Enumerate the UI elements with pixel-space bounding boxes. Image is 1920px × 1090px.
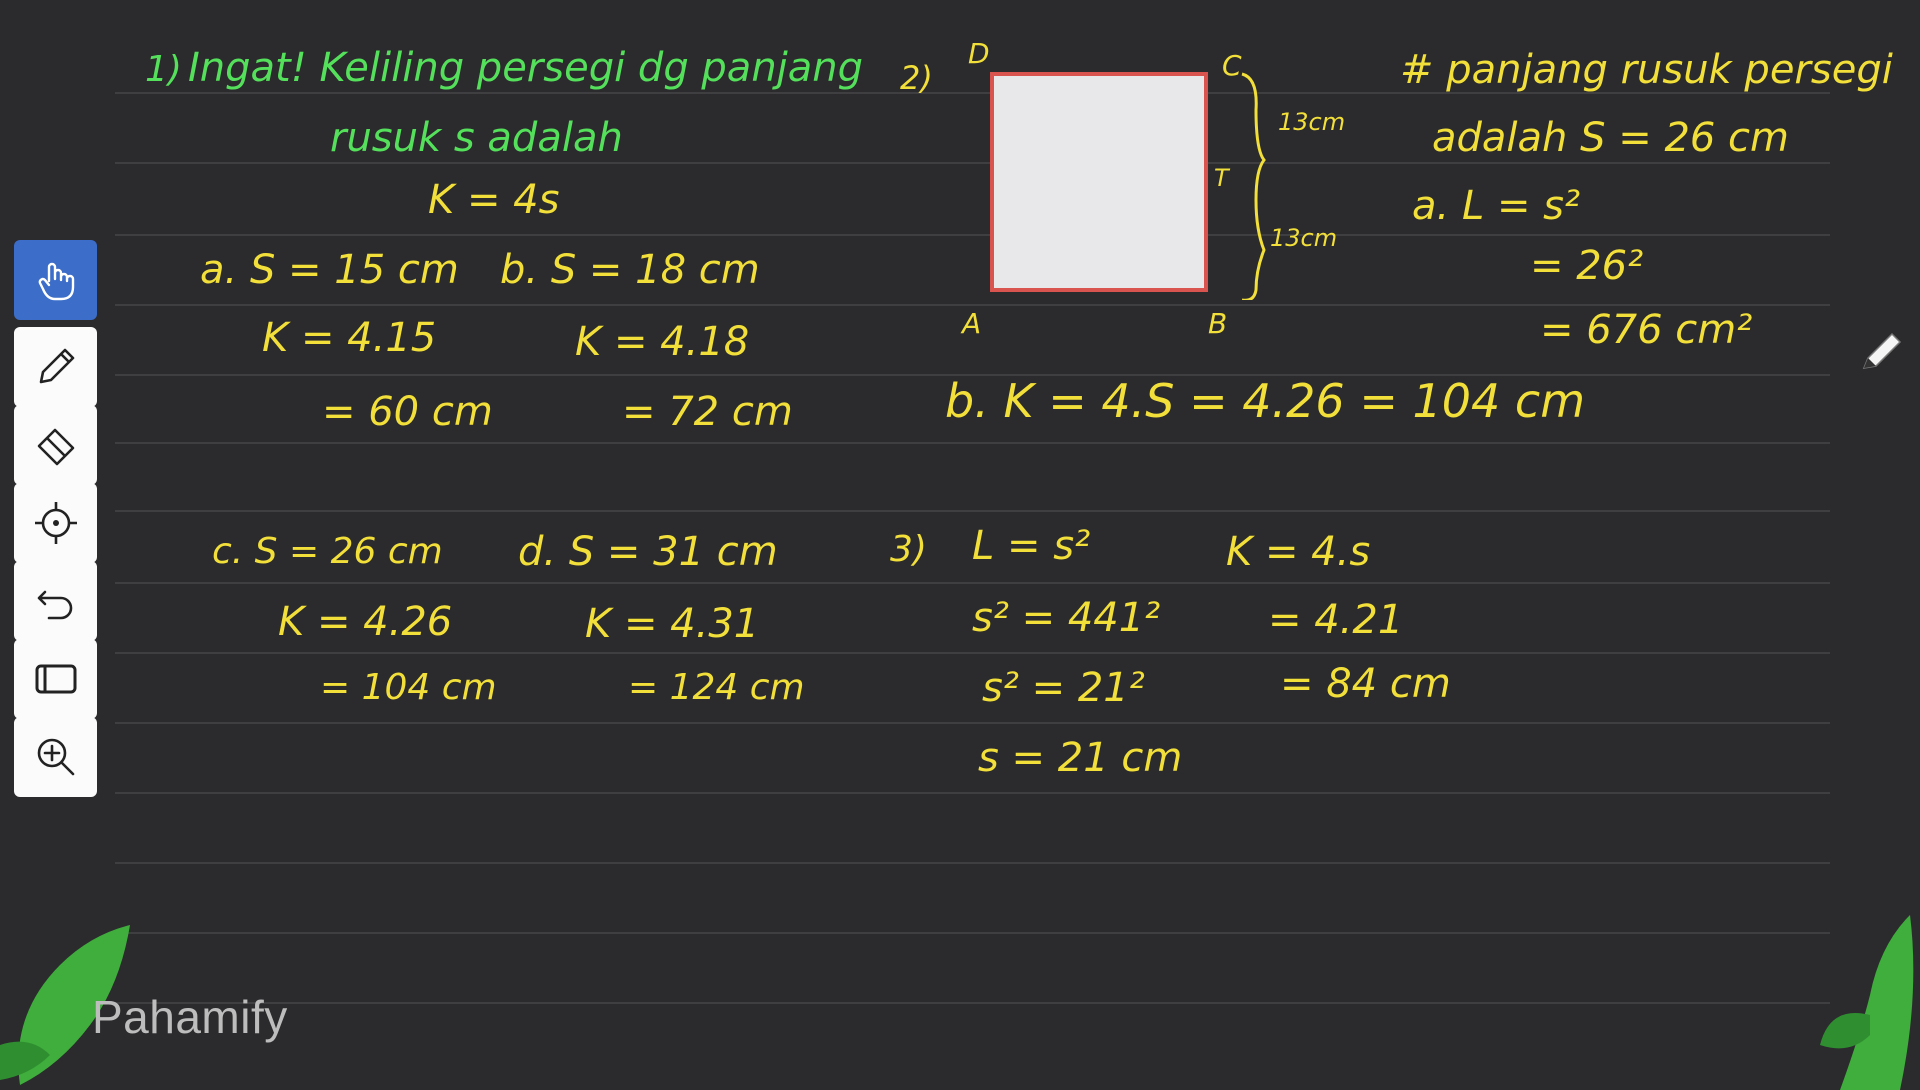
- lower-length-label: 13cm: [1270, 224, 1338, 252]
- ruled-line: [115, 1002, 1830, 1004]
- undo-tool-button[interactable]: [14, 561, 97, 641]
- q1c-perimeter: K = 4.26: [278, 599, 453, 645]
- q3-perimeter-substitution: = 4.21: [1268, 597, 1404, 643]
- q2b-perimeter: b. K = 4.S = 4.26 = 104 cm: [945, 374, 1586, 428]
- q1b-perimeter: K = 4.18: [575, 319, 750, 365]
- q1-heading-line2: rusuk s adalah: [330, 115, 623, 161]
- q1-formula: K = 4s: [428, 177, 560, 223]
- q2-note-line2: adalah S = 26 cm: [1432, 115, 1790, 161]
- ruled-line: [115, 304, 1830, 306]
- ruled-line: [115, 234, 1830, 236]
- q1d-perimeter: K = 4.31: [585, 601, 760, 647]
- vertex-d-label: D: [968, 37, 990, 70]
- ruled-line: [115, 442, 1830, 444]
- ruled-line: [115, 162, 1830, 164]
- q2a-formula: a. L = s²: [1412, 183, 1581, 229]
- q3-step1: s² = 441²: [972, 595, 1161, 641]
- q2-note-line1: # panjang rusuk persegi: [1400, 47, 1893, 93]
- q1a-perimeter: K = 4.15: [262, 315, 437, 361]
- right-leaf-decoration: [1820, 915, 1914, 1090]
- laser-tool-button[interactable]: [14, 483, 97, 563]
- ruled-line: [115, 722, 1830, 724]
- ruled-line: [115, 582, 1830, 584]
- upper-length-label: 13cm: [1278, 108, 1346, 136]
- shape-tool-button[interactable]: [14, 639, 97, 719]
- vertex-a-label: A: [962, 307, 982, 340]
- point-t-label: T: [1214, 164, 1229, 192]
- zoom-in-icon: [37, 738, 74, 776]
- q1-heading: Ingat! Keliling persegi dg panjang: [188, 45, 864, 91]
- q2a-substitution: = 26²: [1530, 243, 1644, 289]
- brand-logo: Pahamify: [92, 991, 288, 1043]
- q3-perimeter-formula: K = 4.s: [1226, 529, 1371, 575]
- pencil-cursor-icon: [1862, 332, 1902, 369]
- eraser-tool-button[interactable]: [14, 405, 97, 485]
- hand-icon: [38, 262, 74, 301]
- q1a-result: = 60 cm: [322, 389, 493, 435]
- q3-side-result: s = 21 cm: [978, 735, 1183, 781]
- side-braces: [1241, 72, 1266, 300]
- eraser-icon: [37, 428, 74, 466]
- vertex-b-label: B: [1208, 307, 1228, 340]
- undo-icon: [37, 590, 72, 620]
- q1b-result: = 72 cm: [622, 389, 793, 435]
- q1-number: 1): [145, 49, 182, 90]
- hand-tool-button[interactable]: [14, 240, 97, 320]
- zoom-tool-button[interactable]: [14, 717, 97, 797]
- q2a-result: = 676 cm²: [1540, 307, 1753, 353]
- q3-step2: s² = 21²: [982, 665, 1145, 711]
- q1c-side: c. S = 26 cm: [212, 531, 443, 572]
- ruled-line: [115, 932, 1830, 934]
- q1b-side: b. S = 18 cm: [500, 247, 760, 293]
- q1c-result: = 104 cm: [320, 667, 497, 708]
- ruled-line: [115, 652, 1830, 654]
- crosshair-icon: [34, 502, 77, 544]
- q1d-result: = 124 cm: [628, 667, 805, 708]
- q3-perimeter-result: = 84 cm: [1280, 661, 1451, 707]
- q1d-side: d. S = 31 cm: [518, 529, 778, 575]
- whiteboard-canvas[interactable]: 1) Ingat! Keliling persegi dg panjang ru…: [0, 0, 1920, 1090]
- pen-tool-button[interactable]: [14, 327, 97, 407]
- ruled-line: [115, 510, 1830, 512]
- q1a-side: a. S = 15 cm: [200, 247, 459, 293]
- ruled-line: [115, 792, 1830, 794]
- q3-number: 3): [890, 529, 927, 570]
- q2-number: 2): [900, 59, 933, 97]
- q3-area-formula: L = s²: [972, 523, 1091, 569]
- ruled-line: [115, 862, 1830, 864]
- rectangle-icon: [35, 664, 76, 694]
- pencil-icon: [39, 348, 74, 384]
- square-figure: [990, 72, 1208, 292]
